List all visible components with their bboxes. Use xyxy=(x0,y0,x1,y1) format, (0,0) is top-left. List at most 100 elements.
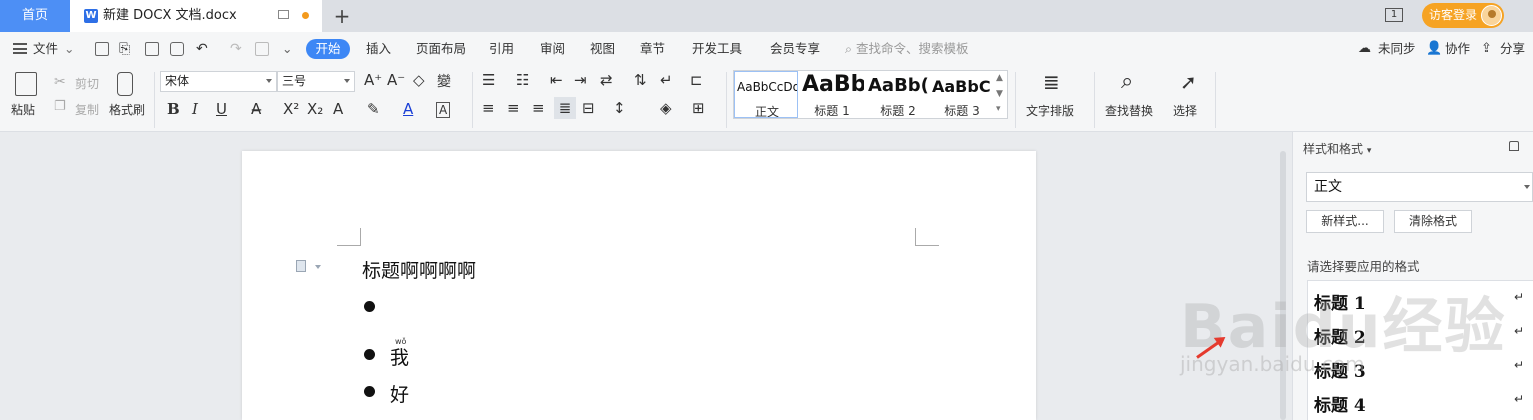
new-style-button[interactable]: 新样式... xyxy=(1306,210,1384,233)
borders-icon[interactable]: ⊞ xyxy=(692,99,705,117)
share-button[interactable]: 分享 xyxy=(1500,32,1525,66)
paragraph-menu-icon[interactable] xyxy=(296,260,306,272)
file-menu[interactable]: 文件 xyxy=(33,32,58,66)
sort-icon[interactable]: ⇅ xyxy=(634,71,647,89)
superscript-icon[interactable]: X² xyxy=(283,99,299,119)
line-spacing-icon[interactable]: ↕ xyxy=(613,99,626,117)
screen-icon[interactable] xyxy=(278,10,289,19)
scrollbar-thumb[interactable] xyxy=(1280,151,1286,420)
style-heading-3[interactable]: AaBbC 标题 3 xyxy=(930,71,994,118)
shading-icon[interactable]: ◈ xyxy=(660,99,672,117)
command-search[interactable]: ⌕ 查找命令、搜索模板 xyxy=(845,32,969,66)
shrink-font-icon[interactable]: A⁻ xyxy=(387,71,405,89)
vertical-scrollbar[interactable] xyxy=(1278,137,1288,420)
decrease-indent-icon[interactable]: ⇤ xyxy=(550,71,563,89)
numbered-list-icon[interactable]: ☷ xyxy=(516,71,529,89)
copy-format-icon[interactable] xyxy=(255,42,269,56)
justify-icon[interactable]: ≣ xyxy=(554,97,576,119)
tab-review[interactable]: 审阅 xyxy=(540,32,565,66)
align-right-icon[interactable]: ≡ xyxy=(532,99,545,117)
gallery-more-icon[interactable]: ▾ xyxy=(996,104,1001,114)
export-icon[interactable]: ⎘ xyxy=(119,32,130,66)
style-list-item-heading-4[interactable]: 标题 4 xyxy=(1314,391,1366,416)
panel-title[interactable]: 样式和格式 ▾ xyxy=(1303,140,1371,157)
underline-icon[interactable]: U xyxy=(216,99,227,119)
grow-font-icon[interactable]: A⁺ xyxy=(364,71,382,89)
doc-heading-line[interactable]: 标题啊啊啊啊 xyxy=(362,256,476,283)
bullet-list-icon[interactable]: ☰ xyxy=(482,71,495,89)
font-color-icon[interactable]: A xyxy=(403,99,413,119)
style-normal[interactable]: AaBbCcDd 正文 xyxy=(734,71,798,118)
cut-button[interactable]: 剪切 xyxy=(75,75,99,92)
tab-view[interactable]: 视图 xyxy=(590,32,615,66)
clear-format-button[interactable]: 清除格式 xyxy=(1394,210,1472,233)
subscript-icon[interactable]: X₂ xyxy=(307,99,323,119)
format-painter-button[interactable]: 格式刷 xyxy=(109,101,145,118)
style-list-item-heading-1[interactable]: 标题 1 xyxy=(1314,289,1366,314)
align-center-icon[interactable]: ≡ xyxy=(507,99,520,117)
copy-button[interactable]: 复制 xyxy=(75,101,99,118)
tab-developer[interactable]: 开发工具 xyxy=(692,32,742,66)
format-painter-icon[interactable] xyxy=(117,72,133,96)
find-icon[interactable]: ⌕ xyxy=(1121,69,1133,94)
highlight-icon[interactable]: ✎ xyxy=(367,99,380,119)
tab-stop-icon[interactable]: ⊏ xyxy=(690,71,703,89)
paste-button[interactable]: 粘贴 xyxy=(11,101,35,118)
chevron-down-icon[interactable] xyxy=(315,265,321,269)
undo-icon[interactable]: ↶ xyxy=(196,32,208,66)
menu-icon[interactable] xyxy=(13,43,27,54)
collab-button[interactable]: 协作 xyxy=(1445,32,1470,66)
sync-status[interactable]: 未同步 xyxy=(1378,32,1416,66)
print-preview-icon[interactable] xyxy=(170,42,184,56)
phonetic-guide-icon[interactable]: 變 xyxy=(437,71,451,91)
align-left-icon[interactable]: ≡ xyxy=(482,99,495,117)
tab-references[interactable]: 引用 xyxy=(489,32,514,66)
tab-insert[interactable]: 插入 xyxy=(366,32,391,66)
strikethrough-icon[interactable]: A̶ xyxy=(251,99,261,119)
font-name-select[interactable]: 宋体 xyxy=(160,71,277,92)
show-marks-icon[interactable]: ↵ xyxy=(660,71,673,89)
print-icon[interactable] xyxy=(145,42,159,56)
clear-format-icon[interactable]: ◇ xyxy=(413,71,425,89)
font-size-select[interactable]: 三号 xyxy=(277,71,355,92)
increase-indent-icon[interactable]: ⇥ xyxy=(574,71,587,89)
tab-section[interactable]: 章节 xyxy=(640,32,665,66)
bold-icon[interactable]: B xyxy=(167,99,180,119)
text-effect-icon[interactable]: A xyxy=(333,99,343,119)
text-layout-icon[interactable]: ≣ xyxy=(1043,70,1060,94)
margin-corner-top-right xyxy=(915,228,939,246)
current-style-field[interactable]: 正文 xyxy=(1306,172,1533,202)
doc-list-item[interactable]: 我 xyxy=(390,343,409,370)
gallery-up-icon[interactable]: ▲ xyxy=(996,73,1003,83)
style-list-item-heading-2[interactable]: 标题 2 xyxy=(1314,323,1366,348)
text-layout-button[interactable]: 文字排版 xyxy=(1026,102,1074,119)
style-list-item-heading-3[interactable]: 标题 3 xyxy=(1314,357,1366,382)
paste-icon[interactable] xyxy=(15,72,37,96)
select-button[interactable]: 选择 xyxy=(1173,102,1197,119)
guest-login-button[interactable]: 访客登录 xyxy=(1422,3,1504,28)
new-tab-button[interactable]: + xyxy=(332,3,352,29)
style-heading-1[interactable]: AaBb 标题 1 xyxy=(800,71,864,118)
paragraph-mark-icon: ↵ xyxy=(1514,358,1525,372)
style-heading-2[interactable]: AaBb( 标题 2 xyxy=(866,71,930,118)
chevron-down-icon[interactable]: ⌄ xyxy=(64,32,74,66)
tab-member[interactable]: 会员专享 xyxy=(770,32,820,66)
gallery-down-icon[interactable]: ▼ xyxy=(996,89,1003,99)
find-replace-button[interactable]: 查找替换 xyxy=(1105,102,1153,119)
tab-home-start[interactable]: 开始 xyxy=(306,39,350,59)
document-page[interactable] xyxy=(242,151,1036,420)
char-border-icon[interactable]: A xyxy=(436,102,451,118)
doc-list-item[interactable]: 好 xyxy=(390,380,409,407)
window-layout-icon[interactable]: 1 xyxy=(1385,8,1403,22)
redo-icon[interactable]: ↷ xyxy=(230,32,242,66)
save-icon[interactable] xyxy=(95,42,109,56)
pin-icon[interactable] xyxy=(1509,141,1519,151)
tab-document[interactable]: W 新建 DOCX 文档.docx xyxy=(70,0,322,32)
tab-page-layout[interactable]: 页面布局 xyxy=(416,32,466,66)
tab-home[interactable]: 首页 xyxy=(0,0,70,32)
distribute-icon[interactable]: ⊟ xyxy=(582,99,595,117)
cursor-icon[interactable]: ➚ xyxy=(1180,70,1197,94)
italic-icon[interactable]: I xyxy=(192,99,198,119)
chinese-layout-icon[interactable]: ⇄ xyxy=(600,71,613,89)
customize-chevron-icon[interactable]: ⌄ xyxy=(282,32,292,66)
